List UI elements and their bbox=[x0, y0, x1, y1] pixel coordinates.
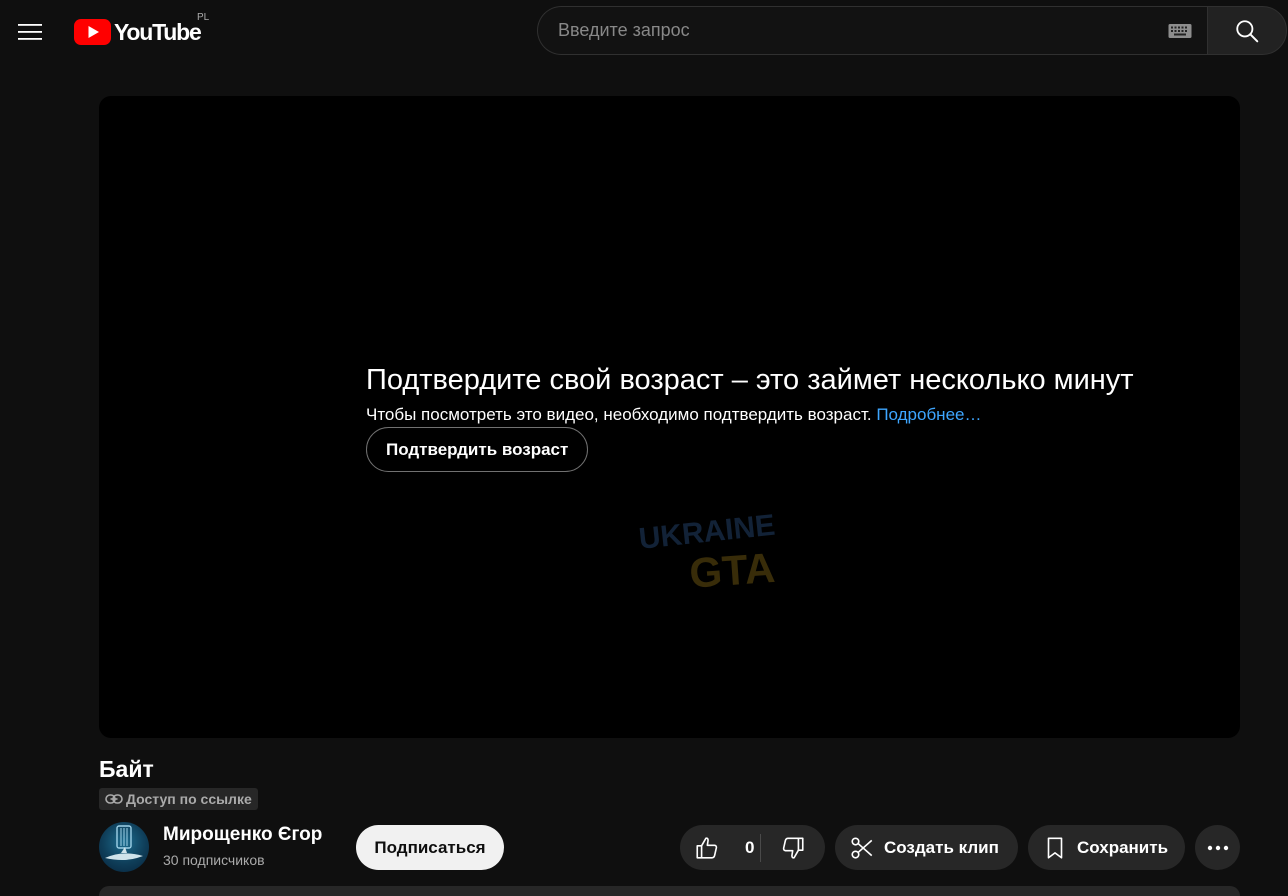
video-title: Байт bbox=[99, 756, 154, 782]
watermark-bottom-text: GTA bbox=[688, 544, 777, 594]
country-code: PL bbox=[197, 12, 210, 23]
search-icon bbox=[1236, 19, 1259, 42]
visibility-badge: Доступ по ссылке bbox=[99, 788, 258, 810]
description-box-edge bbox=[99, 886, 1240, 896]
keyboard-icon[interactable] bbox=[1168, 23, 1192, 39]
subscribe-button[interactable]: Подписаться bbox=[356, 825, 504, 870]
age-gate-title: Подтвердите свой возраст – это займет не… bbox=[366, 364, 1134, 396]
watermark-logo: UKRAINE GTA bbox=[637, 509, 777, 594]
subscriber-count: 30 подписчиков bbox=[163, 852, 265, 868]
age-gate-description: Чтобы посмотреть это видео, необходимо п… bbox=[366, 405, 981, 425]
search-input[interactable] bbox=[558, 20, 1168, 41]
youtube-logo[interactable]: YouTube bbox=[74, 18, 202, 46]
logo-text: YouTube bbox=[114, 18, 202, 45]
verify-age-button[interactable]: Подтвердить возраст bbox=[366, 427, 589, 472]
menu-icon bbox=[18, 24, 42, 40]
youtube-logo-icon bbox=[74, 19, 111, 45]
create-clip-button[interactable]: Создать клип bbox=[835, 825, 1018, 870]
masthead: YouTube PL bbox=[0, 0, 1288, 64]
link-icon bbox=[105, 794, 123, 804]
dislike-button[interactable] bbox=[761, 825, 825, 870]
like-dislike-group: 0 bbox=[680, 825, 825, 870]
create-clip-label: Создать клип bbox=[884, 837, 999, 857]
video-player[interactable]: UKRAINE GTA Подтвердите свой возраст – э… bbox=[99, 96, 1240, 738]
like-count: 0 bbox=[745, 837, 755, 857]
age-gate-text: Чтобы посмотреть это видео, необходимо п… bbox=[366, 405, 872, 424]
more-actions-button[interactable] bbox=[1195, 825, 1240, 870]
thumbs-up-icon bbox=[696, 836, 718, 859]
search-button[interactable] bbox=[1207, 6, 1287, 55]
visibility-badge-label: Доступ по ссылке bbox=[126, 791, 252, 807]
more-icon bbox=[1207, 845, 1228, 850]
like-button[interactable]: 0 bbox=[680, 825, 760, 870]
save-button[interactable]: Сохранить bbox=[1028, 825, 1185, 870]
save-label: Сохранить bbox=[1077, 837, 1169, 857]
channel-name[interactable]: Мирощенко Єгор bbox=[163, 824, 322, 846]
search-box bbox=[537, 6, 1208, 55]
bookmark-icon bbox=[1047, 836, 1063, 859]
scissors-icon bbox=[851, 836, 873, 859]
channel-avatar[interactable] bbox=[99, 822, 149, 872]
avatar-shark-icon bbox=[105, 825, 143, 860]
learn-more-link[interactable]: Подробнее… bbox=[876, 405, 981, 424]
thumbs-down-icon bbox=[782, 836, 804, 859]
menu-button[interactable] bbox=[10, 12, 50, 52]
